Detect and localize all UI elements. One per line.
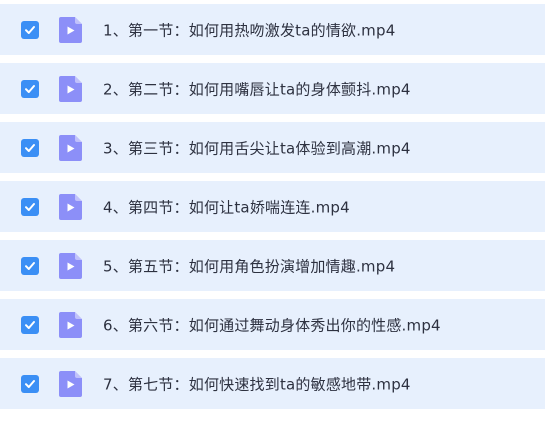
file-row[interactable]: 6、第六节：如何通过舞动身体秀出你的性感.mp4 bbox=[0, 299, 545, 350]
file-row[interactable]: 4、第四节：如何让ta娇喘连连.mp4 bbox=[0, 181, 545, 232]
checkbox-checked[interactable] bbox=[21, 79, 39, 98]
checkbox-checked[interactable] bbox=[21, 315, 39, 334]
file-name[interactable]: 6、第六节：如何通过舞动身体秀出你的性感.mp4 bbox=[103, 314, 441, 335]
file-name[interactable]: 3、第三节：如何用舌尖让ta体验到高潮.mp4 bbox=[103, 137, 411, 158]
checkbox-checked[interactable] bbox=[21, 374, 39, 393]
checkmark-icon bbox=[25, 320, 35, 329]
file-name[interactable]: 7、第七节：如何快速找到ta的敏感地带.mp4 bbox=[103, 373, 411, 394]
checkmark-icon bbox=[25, 202, 35, 211]
file-name[interactable]: 5、第五节：如何用角色扮演增加情趣.mp4 bbox=[103, 255, 395, 276]
checkmark-icon bbox=[25, 25, 35, 34]
file-name[interactable]: 2、第二节：如何用嘴唇让ta的身体颤抖.mp4 bbox=[103, 78, 411, 99]
checkbox-checked[interactable] bbox=[21, 20, 39, 39]
video-file-icon bbox=[59, 252, 82, 279]
file-list: 1、第一节：如何用热吻激发ta的情欲.mp4 2、第二节：如何用嘴唇让ta的身体… bbox=[0, 0, 545, 423]
video-file-icon bbox=[59, 134, 82, 161]
checkbox-checked[interactable] bbox=[21, 138, 39, 157]
checkmark-icon bbox=[25, 143, 35, 152]
file-row[interactable]: 3、第三节：如何用舌尖让ta体验到高潮.mp4 bbox=[0, 122, 545, 173]
checkbox-checked[interactable] bbox=[21, 256, 39, 275]
file-row[interactable]: 5、第五节：如何用角色扮演增加情趣.mp4 bbox=[0, 240, 545, 291]
checkmark-icon bbox=[25, 261, 35, 270]
video-file-icon bbox=[59, 193, 82, 220]
file-name[interactable]: 1、第一节：如何用热吻激发ta的情欲.mp4 bbox=[103, 19, 395, 40]
file-name[interactable]: 4、第四节：如何让ta娇喘连连.mp4 bbox=[103, 196, 350, 217]
checkmark-icon bbox=[25, 84, 35, 93]
file-row[interactable]: 2、第二节：如何用嘴唇让ta的身体颤抖.mp4 bbox=[0, 63, 545, 114]
file-row[interactable]: 1、第一节：如何用热吻激发ta的情欲.mp4 bbox=[0, 4, 545, 55]
video-file-icon bbox=[59, 75, 82, 102]
checkbox-checked[interactable] bbox=[21, 197, 39, 216]
file-row[interactable]: 7、第七节：如何快速找到ta的敏感地带.mp4 bbox=[0, 358, 545, 409]
checkmark-icon bbox=[25, 379, 35, 388]
video-file-icon bbox=[59, 16, 82, 43]
video-file-icon bbox=[59, 370, 82, 397]
video-file-icon bbox=[59, 311, 82, 338]
